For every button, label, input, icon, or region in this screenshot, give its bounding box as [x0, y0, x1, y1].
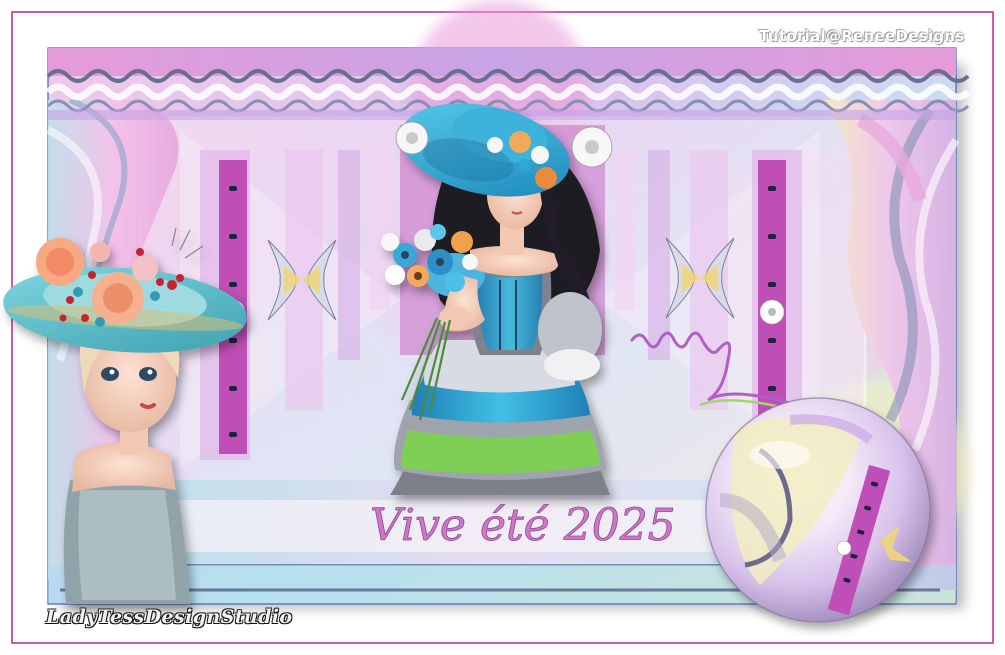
daisy-top-right [571, 126, 613, 168]
artwork-canvas: Vive été 2025 Tutorial@ReneeDesigns Lady… [0, 0, 1005, 655]
daisy-top-left [395, 121, 429, 155]
daisy-right [759, 299, 785, 325]
artwork-graphic: Vive été 2025 [3, 0, 994, 644]
title-text: Vive été 2025 [370, 500, 676, 551]
artist-signature: LadyTessDesignStudio [46, 606, 293, 628]
decorated-sphere [705, 397, 931, 623]
watermark-text: Tutorial@ReneeDesigns [759, 27, 965, 45]
